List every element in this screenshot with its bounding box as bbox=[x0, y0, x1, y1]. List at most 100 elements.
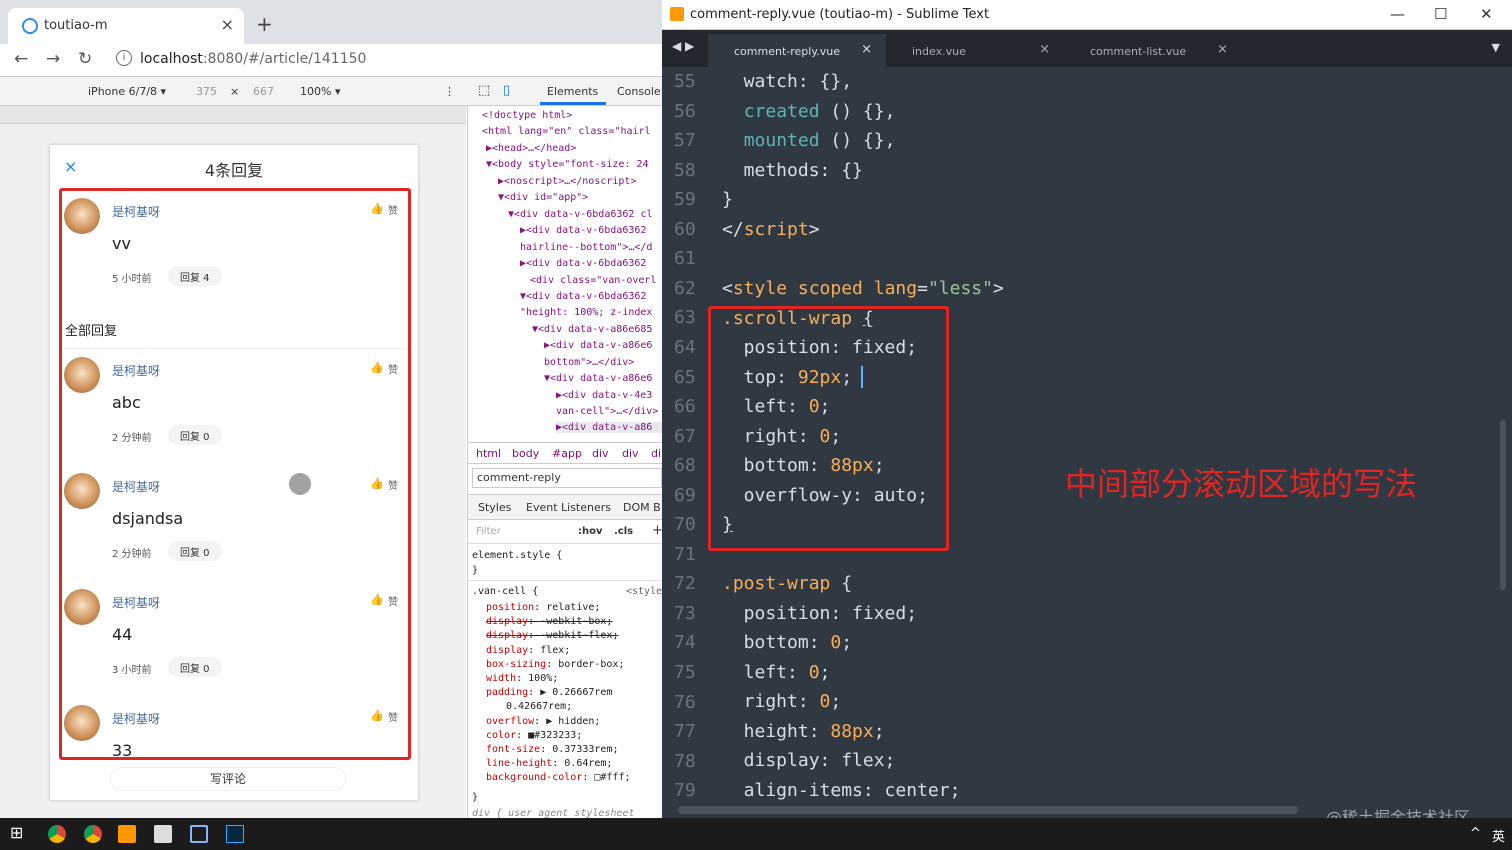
maximize-icon[interactable]: ☐ bbox=[1434, 5, 1447, 23]
dom-line[interactable]: ▼<div data-v-a86e685 bbox=[532, 324, 652, 335]
line-number: 56 bbox=[674, 100, 696, 122]
element-style-rule[interactable]: element.style { bbox=[472, 550, 562, 561]
dom-line-selected[interactable]: ▶<div data-v-a86 bbox=[556, 422, 662, 433]
editor-tab-comment-reply[interactable]: comment-reply.vue × bbox=[708, 34, 886, 67]
css-property-value: flex; bbox=[540, 644, 571, 656]
taskbar: ⊞ ^ 英 bbox=[0, 818, 1512, 850]
tab-dom-breakpoints[interactable]: DOM B bbox=[623, 501, 661, 514]
device-toolbar: iPhone 6/7/8 ▾ 375 × 667 100% ▾ ⋮ ⬚ ▯ El… bbox=[0, 76, 662, 106]
editor-tab-comment-list[interactable]: comment-list.vue × bbox=[1064, 34, 1242, 67]
close-window-icon[interactable]: ✕ bbox=[1480, 5, 1493, 23]
minimize-icon[interactable]: — bbox=[1390, 5, 1405, 23]
crumb[interactable]: #app bbox=[552, 447, 582, 460]
new-tab-button[interactable]: + bbox=[256, 12, 273, 36]
crumb[interactable]: div bbox=[592, 447, 609, 460]
tray-chevron-icon[interactable]: ^ bbox=[1470, 826, 1481, 841]
css-property[interactable]: overflow: ▶ hidden; bbox=[486, 716, 600, 727]
rule-source-link[interactable]: <style bbox=[626, 586, 662, 597]
cls-toggle[interactable]: .cls bbox=[614, 526, 633, 537]
css-property[interactable]: width: 100%; bbox=[486, 673, 558, 684]
dom-line[interactable]: ▶<div data-v-6bda6362 bbox=[520, 258, 646, 269]
dom-line[interactable]: ▼<div data-v-6bda6362 cl bbox=[508, 209, 653, 220]
dom-line[interactable]: ▼<div data-v-a86e6 bbox=[544, 373, 652, 384]
add-rule-button[interactable]: + bbox=[652, 523, 662, 538]
css-property[interactable]: line-height: 0.64rem; bbox=[486, 758, 612, 769]
tab-menu-icon[interactable]: ▼ bbox=[1492, 41, 1500, 54]
close-tab-icon[interactable]: × bbox=[221, 15, 234, 34]
styles-filter-input[interactable]: Filter bbox=[476, 526, 501, 537]
photoshop-icon[interactable] bbox=[226, 825, 244, 843]
info-icon[interactable]: i bbox=[116, 50, 132, 66]
css-property-name: position bbox=[486, 602, 535, 613]
close-tab-icon[interactable]: × bbox=[1039, 42, 1050, 57]
css-property[interactable]: display: flex; bbox=[486, 645, 570, 656]
dom-line[interactable]: ▶<div data-v-a86e6 bbox=[544, 340, 652, 351]
css-property[interactable]: box-sizing: border-box; bbox=[486, 659, 625, 670]
editor-tab-index[interactable]: index.vue × bbox=[886, 34, 1064, 67]
width-input[interactable]: 375 bbox=[196, 85, 217, 98]
crumb[interactable]: di bbox=[651, 447, 661, 460]
chrome-icon[interactable] bbox=[84, 825, 102, 843]
device-toggle-icon[interactable]: ▯ bbox=[503, 83, 510, 98]
dom-line[interactable]: bottom">…</div> bbox=[544, 357, 634, 368]
dom-line[interactable]: ▼<div data-v-6bda6362 bbox=[520, 291, 646, 302]
dom-line[interactable]: hairline--bottom">…</d bbox=[520, 242, 652, 253]
chrome-icon[interactable] bbox=[48, 825, 66, 843]
node-search-input[interactable]: comment-reply bbox=[472, 468, 662, 488]
height-input[interactable]: 667 bbox=[253, 85, 274, 98]
horizontal-scrollbar[interactable] bbox=[678, 806, 1298, 814]
css-property[interactable]: background-color: □#fff; bbox=[486, 772, 631, 783]
inspect-icon[interactable]: ⬚ bbox=[478, 83, 490, 98]
write-comment-button[interactable]: 写评论 bbox=[110, 767, 346, 791]
terminal-icon[interactable] bbox=[190, 825, 208, 843]
line-number: 79 bbox=[674, 780, 696, 802]
css-property[interactable]: display: -webkit-flex; bbox=[486, 630, 618, 641]
dom-line[interactable]: ▶<noscript>…</noscript> bbox=[498, 176, 636, 187]
dom-line[interactable]: "height: 100%; z-index bbox=[520, 307, 652, 318]
forward-icon[interactable]: → bbox=[46, 49, 60, 69]
browser-tab[interactable]: toutiao-m × bbox=[8, 8, 244, 44]
device-select[interactable]: iPhone 6/7/8 ▾ bbox=[88, 85, 166, 98]
crumb[interactable]: html bbox=[476, 447, 501, 460]
dom-line[interactable]: <!doctype html> bbox=[482, 110, 572, 121]
rule-close: } bbox=[472, 792, 479, 803]
notepad-icon[interactable] bbox=[154, 825, 172, 843]
tab-scroll-arrows-icon[interactable]: ◀ ▶ bbox=[672, 39, 694, 53]
dom-line[interactable]: ▶<head>…</head> bbox=[486, 143, 576, 154]
css-property[interactable]: 0.42667rem; bbox=[506, 701, 572, 712]
windows-start-icon[interactable]: ⊞ bbox=[10, 823, 28, 842]
highlight-box bbox=[708, 306, 949, 551]
zoom-select[interactable]: 100% ▾ bbox=[300, 85, 340, 98]
dom-line[interactable]: ▶<div data-v-6bda6362 bbox=[520, 225, 646, 236]
back-icon[interactable]: ← bbox=[14, 49, 28, 69]
css-property[interactable]: color: ■#323233; bbox=[486, 730, 582, 741]
sublime-icon[interactable] bbox=[118, 825, 136, 843]
css-property[interactable]: display: -webkit-box; bbox=[486, 616, 612, 627]
rule-selector[interactable]: .van-cell { bbox=[472, 586, 538, 597]
code-line: left: 0; bbox=[722, 662, 831, 683]
hov-toggle[interactable]: :hov bbox=[578, 526, 603, 537]
dom-line[interactable]: ▼<body style="font-size: 24 bbox=[486, 159, 649, 170]
dom-line[interactable]: ▶<div data-v-4e3 bbox=[556, 390, 652, 401]
crumb[interactable]: body bbox=[512, 447, 539, 460]
close-tab-icon[interactable]: × bbox=[1217, 42, 1228, 57]
dom-line[interactable]: <div class="van-overl bbox=[530, 275, 656, 286]
close-tab-icon[interactable]: × bbox=[861, 42, 872, 57]
more-icon[interactable]: ⋮ bbox=[444, 85, 455, 98]
tab-console[interactable]: Console bbox=[617, 85, 661, 98]
address-bar[interactable]: i localhost:8080/#/article/141150 bbox=[108, 48, 658, 72]
dom-line[interactable]: ▼<div id="app"> bbox=[498, 192, 588, 203]
tab-event-listeners[interactable]: Event Listeners bbox=[526, 501, 611, 514]
tab-elements[interactable]: Elements bbox=[547, 85, 598, 98]
vertical-scrollbar[interactable] bbox=[1500, 420, 1506, 590]
crumb[interactable]: div bbox=[622, 447, 639, 460]
dom-line[interactable]: van-cell">…</div> bbox=[556, 406, 658, 417]
dom-line[interactable]: <html lang="en" class="hairl bbox=[482, 126, 651, 137]
language-indicator[interactable]: 英 bbox=[1492, 826, 1505, 845]
tab-styles[interactable]: Styles bbox=[478, 501, 511, 514]
reload-icon[interactable]: ↻ bbox=[78, 49, 92, 69]
css-property[interactable]: font-size: 0.37333rem; bbox=[486, 744, 618, 755]
css-property[interactable]: position: relative; bbox=[486, 602, 600, 613]
css-property-value: -webkit-box; bbox=[540, 616, 613, 628]
css-property[interactable]: padding: ▶ 0.26667rem bbox=[486, 687, 612, 698]
